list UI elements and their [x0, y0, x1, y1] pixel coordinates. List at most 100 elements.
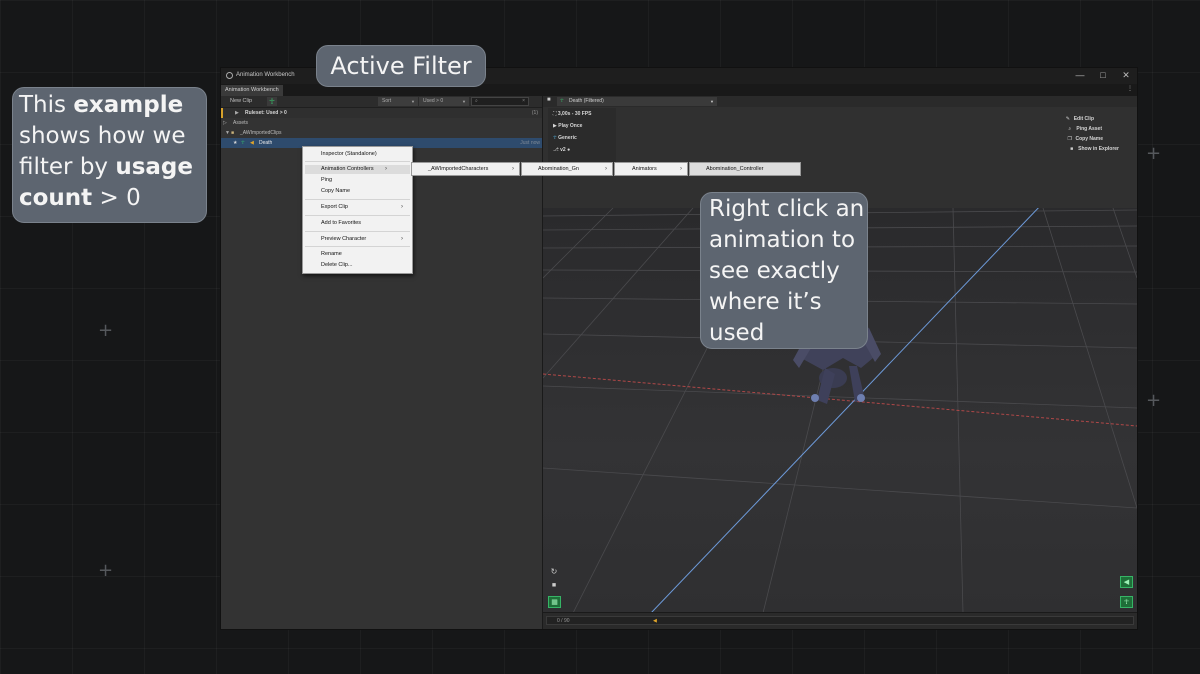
play-mode-toggle[interactable]: ▶ Play Once — [553, 122, 582, 131]
edit-clip-button[interactable]: ✎ Edit Clip — [1066, 115, 1094, 124]
new-clip-button[interactable]: New Clip — [230, 97, 252, 106]
menu-separator — [305, 199, 410, 200]
ruleset-label: Ruleset: Used > 0 — [245, 110, 287, 116]
pencil-icon: ✎ — [1065, 116, 1070, 122]
example-line-2: shows how we — [19, 123, 186, 149]
grid-toggle-button[interactable]: ▦ — [548, 596, 561, 608]
active-filter-callout: Active Filter — [316, 45, 486, 87]
menu-separator — [305, 231, 410, 232]
menu-separator — [305, 246, 410, 247]
decor-plus-icon: + — [98, 320, 114, 341]
menu-item-rename[interactable]: Rename — [321, 250, 342, 259]
minimize-button[interactable]: — — [1073, 70, 1087, 80]
menu-separator — [305, 161, 410, 162]
maximize-button[interactable]: □ — [1096, 70, 1110, 80]
example-line-1: This example — [19, 92, 184, 118]
clip-selector-value: Death (Filtered) — [569, 98, 604, 104]
chevron-right-icon: › — [401, 236, 403, 242]
clip-name: Death — [259, 140, 273, 146]
menu-item-inspector[interactable]: Inspector (Standalone) — [321, 150, 377, 159]
close-button[interactable]: ✕ — [1119, 70, 1133, 81]
sort-dropdown[interactable]: Sort ▼ — [378, 97, 418, 106]
right-click-line-5: used — [709, 320, 765, 346]
more-options-icon[interactable]: ⋮ — [1127, 85, 1133, 92]
chevron-right-icon: › — [512, 166, 514, 172]
filter-dropdown[interactable]: Used > 0 ▼ — [419, 97, 469, 106]
assets-row[interactable]: ▷ Assets — [221, 118, 542, 128]
tab-animation-workbench[interactable]: Animation Workbench — [221, 85, 283, 96]
version-label: ⎇ v2 ● — [553, 147, 571, 153]
right-click-line-3: see exactly — [709, 258, 840, 284]
folder-icon[interactable]: ■ — [547, 97, 551, 103]
sort-label: Sort — [382, 98, 392, 104]
submenu-imported-characters[interactable]: _AWImportedCharacters › — [411, 162, 520, 176]
chevron-down-icon: ▼ — [710, 99, 714, 104]
chevron-right-icon: › — [680, 166, 682, 172]
example-line-3: filter by usage — [19, 154, 193, 180]
chevron-right-icon: ▷ — [223, 120, 227, 126]
menu-separator — [305, 215, 410, 216]
browser-toolbar: New Clip ☥ Sort ▼ Used > 0 ▼ ⌕ × — [221, 96, 542, 108]
clip-selector-dropdown[interactable]: ☥ Death (Filtered) ▼ — [557, 97, 717, 106]
show-in-explorer-button[interactable]: ■ Show in Explorer — [1070, 145, 1119, 154]
right-click-callout: Right click an animation to see exactly … — [700, 192, 868, 349]
chevron-right-icon: › — [385, 166, 387, 172]
menu-item-add-to-favorites[interactable]: Add to Favorites — [321, 219, 361, 228]
chevron-right-icon: › — [401, 204, 403, 210]
example-line-4: count > 0 — [19, 185, 141, 211]
menu-item-animation-controllers[interactable]: Animation Controllers › — [305, 165, 410, 174]
right-click-line-4: where it’s — [709, 289, 822, 315]
copy-name-button[interactable]: ❐ Copy Name — [1067, 135, 1103, 144]
context-menu: Inspector (Standalone) Animation Control… — [302, 146, 413, 274]
folder-label: _AWImportedClips — [240, 130, 282, 136]
favorite-star-icon[interactable]: ★ — [233, 138, 237, 148]
folder-row[interactable]: ▼ ■ _AWImportedClips — [221, 128, 542, 138]
timeline-bar: 0 / 90 ◀ — [543, 612, 1137, 629]
humanoid-toggle-button[interactable]: ☥ — [1120, 596, 1133, 608]
timeline-frame: 0 / 90 — [557, 618, 570, 624]
ruleset-row[interactable]: ▶ Ruleset: Used > 0 (1) — [221, 108, 542, 118]
clip-info-panel: ⛶ 3,00s - 30 FPS ▶ Play Once ☥ Generic ⎇… — [548, 108, 616, 164]
filter-value: Used > 0 — [423, 98, 444, 104]
assets-label: Assets — [233, 120, 249, 126]
camera-icon[interactable]: ■ — [548, 580, 560, 592]
clip-length: ⛶ 3,00s - 30 FPS — [553, 111, 592, 117]
timeline-scrubber[interactable]: 0 / 90 ◀ — [546, 616, 1134, 625]
humanoid-icon[interactable]: ☥ — [267, 97, 277, 106]
submenu-animators[interactable]: Animators › — [614, 162, 688, 176]
decor-plus-icon: + — [98, 560, 114, 581]
ping-asset-button[interactable]: ⌕ Ping Asset — [1068, 125, 1102, 134]
audio-marker-icon[interactable]: ◀ — [653, 617, 657, 625]
preview-toolbar: ■ ☥ Death (Filtered) ▼ — [543, 96, 1137, 107]
decor-plus-icon: + — [1146, 143, 1162, 164]
audio-event-icon: ◀ — [250, 140, 254, 146]
menu-item-ping[interactable]: Ping — [321, 176, 332, 185]
reset-view-icon[interactable]: ↻ — [548, 566, 560, 578]
play-triangle-icon: ▶ — [235, 110, 239, 116]
search-icon: ⌕ — [475, 98, 478, 104]
menu-item-export-clip[interactable]: Export Clip › — [321, 203, 403, 212]
folder-icon: ■ — [231, 130, 235, 136]
search-input[interactable]: ⌕ × — [471, 97, 529, 106]
clip-modified-time: Just now — [520, 140, 540, 146]
menu-item-copy-name[interactable]: Copy Name — [321, 187, 350, 196]
app-logo-icon — [226, 72, 233, 79]
submenu-abomination-gn[interactable]: Abomination_Gn › — [521, 162, 613, 176]
decor-plus-icon: + — [1146, 390, 1162, 411]
humanoid-clip-icon: ☥ — [241, 140, 245, 146]
ruleset-count: (1) — [531, 110, 538, 116]
chevron-down-icon: ▼ — [225, 130, 230, 136]
window-title: Animation Workbench — [236, 72, 295, 78]
folder-icon: ■ — [1070, 146, 1074, 152]
audio-toggle-button[interactable]: ◀ — [1120, 576, 1133, 588]
menu-item-preview-character[interactable]: Preview Character › — [321, 235, 403, 244]
chevron-right-icon: › — [605, 166, 607, 172]
humanoid-icon: ☥ — [560, 98, 564, 104]
submenu-abomination-controller[interactable]: Abomination_Controller — [689, 162, 801, 176]
right-click-line-2: animation to — [709, 227, 856, 253]
rig-type: ☥ Generic — [553, 135, 577, 141]
clear-search-button[interactable]: × — [522, 98, 525, 105]
example-callout: This example shows how we filter by usag… — [12, 87, 207, 223]
menu-item-delete-clip[interactable]: Delete Clip... — [321, 261, 353, 270]
right-click-line-1: Right click an — [709, 196, 865, 222]
